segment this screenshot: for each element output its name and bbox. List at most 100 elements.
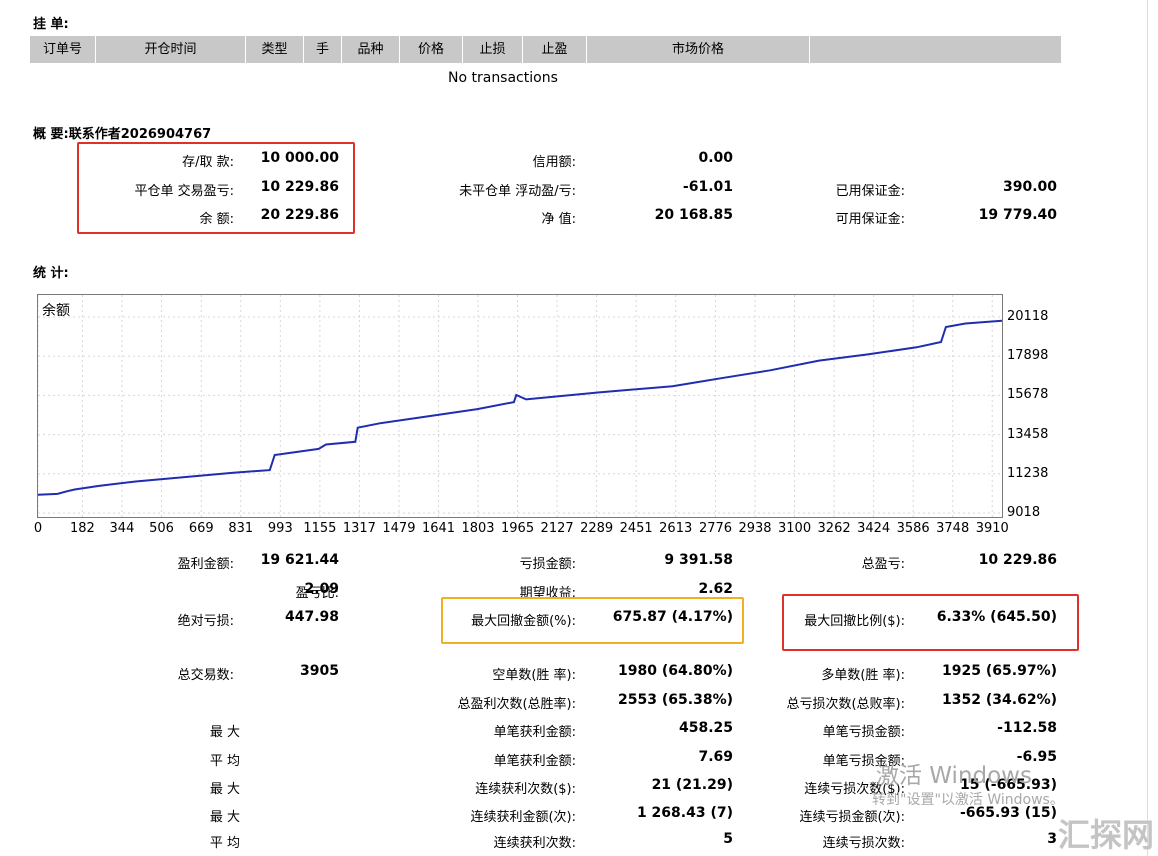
profit-factor-value: 2.09: [304, 581, 339, 597]
equity-value: 20 168.85: [654, 207, 733, 223]
avg-win-value: 7.69: [698, 749, 733, 765]
x-tick-label: 2289: [580, 521, 614, 536]
deposit-value: 10 000.00: [260, 150, 339, 166]
margin-label: 已用保证金:: [835, 184, 905, 199]
average-row-label: 平 均: [209, 754, 240, 769]
margin-value: 390.00: [1002, 179, 1057, 195]
abs-drawdown-label: 绝对亏损:: [177, 614, 234, 629]
max-dd-ratio-label: 最大回撤比例($):: [804, 614, 905, 629]
max-dd-ratio-value: 6.33% (645.50): [936, 609, 1057, 625]
avg-win-label: 单笔获利金额:: [493, 754, 576, 769]
closed-pl-value: 10 229.86: [260, 179, 339, 195]
avg-consec-losses-label: 连续亏损次数:: [822, 836, 905, 851]
largest-win-label: 单笔获利金额:: [493, 725, 576, 740]
activate-windows-hint: 转到"设置"以激活 Windows。: [872, 792, 1064, 808]
x-tick-label: 3586: [896, 521, 930, 536]
deposit-label: 存/取 款:: [182, 155, 234, 170]
max-dd-amount-label: 最大回撤金额(%):: [471, 614, 576, 629]
x-tick-label: 1155: [303, 521, 337, 536]
profit-trades-label: 总盈利次数(总胜率):: [457, 697, 576, 712]
y-tick-label: 17898: [1007, 348, 1049, 364]
x-tick-label: 3748: [936, 521, 970, 536]
floating-pl-label: 未平仓单 浮动盈/亏:: [459, 184, 576, 199]
x-tick-label: 2451: [619, 521, 653, 536]
x-tick-label: 2127: [540, 521, 574, 536]
credit-label: 信用额:: [532, 155, 576, 170]
balance-chart: 余额: [37, 294, 1003, 518]
largest-loss-value: -112.58: [997, 720, 1057, 736]
x-tick-label: 3424: [857, 521, 891, 536]
average-row-label-2: 平 均: [209, 836, 240, 851]
col-sl: 止损: [463, 36, 523, 63]
max-dd-amount-value: 675.87 (4.17%): [612, 609, 733, 625]
credit-value: 0.00: [698, 150, 733, 166]
floating-pl-value: -61.01: [682, 179, 733, 195]
right-divider: [1147, 0, 1148, 856]
y-tick-label: 11238: [1007, 465, 1049, 481]
gross-loss-value: 9 391.58: [664, 552, 733, 568]
y-tick-label: 9018: [1007, 505, 1041, 520]
total-trades-value: 3905: [300, 663, 339, 679]
x-tick-label: 182: [69, 521, 95, 536]
long-trades-value: 1925 (65.97%): [942, 663, 1057, 679]
pending-title: 挂 单:: [33, 17, 69, 32]
no-transactions-text: No transactions: [448, 70, 558, 86]
activate-windows-watermark: 激活 Windows: [876, 763, 1032, 789]
col-open-time: 开仓时间: [96, 36, 246, 63]
summary-title: 概 要:联系作者2026904767: [33, 127, 212, 142]
avg-consec-wins-label: 连续获利次数:: [493, 836, 576, 851]
free-margin-label: 可用保证金:: [835, 212, 905, 227]
orders-table-header: 订单号 开仓时间 类型 手 品种 价格 止损 止盈 市场价格: [30, 36, 1061, 63]
loss-trades-value: 1352 (34.62%): [942, 692, 1057, 708]
max-row-label-2: 最 大: [209, 810, 240, 825]
balance-line: [38, 319, 1002, 496]
x-tick-label: 2613: [659, 521, 693, 536]
expected-payoff-value: 2.62: [698, 581, 733, 597]
y-tick-label: 13458: [1007, 426, 1049, 442]
x-tick-label: 0: [33, 521, 43, 536]
consec-profit-label: 连续获利金额(次):: [470, 810, 576, 825]
consec-wins-value: 21 (21.29): [651, 777, 733, 793]
gross-profit-value: 19 621.44: [260, 552, 339, 568]
loss-trades-label: 总亏损次数(总败率):: [786, 697, 905, 712]
total-trades-label: 总交易数:: [177, 668, 234, 683]
largest-loss-label: 单笔亏损金额:: [822, 725, 905, 740]
x-tick-label: 2776: [698, 521, 733, 536]
x-tick-label: 344: [109, 521, 135, 536]
x-tick-label: 506: [149, 521, 174, 536]
short-trades-label: 空单数(胜 率):: [492, 668, 576, 683]
y-tick-label: 20118: [1007, 309, 1049, 324]
col-price: 价格: [400, 36, 463, 63]
short-trades-value: 1980 (64.80%): [618, 663, 733, 679]
gross-profit-label: 盈利金额:: [177, 557, 234, 572]
site-logo-watermark: 汇探网: [1058, 816, 1155, 854]
x-tick-label: 1965: [501, 521, 535, 536]
equity-label: 净 值:: [541, 212, 576, 227]
max-row-label-1: 最 大: [209, 782, 240, 797]
x-tick-label: 2938: [738, 521, 772, 536]
consec-profit-value: 1 268.43 (7): [636, 805, 733, 821]
x-tick-label: 3100: [778, 521, 812, 536]
consec-wins-label: 连续获利次数($):: [475, 782, 576, 797]
col-extra: [810, 36, 1061, 63]
x-tick-label: 669: [188, 521, 214, 536]
col-symbol: 品种: [342, 36, 400, 63]
col-order-id: 订单号: [30, 36, 96, 63]
balance-value: 20 229.86: [260, 207, 339, 223]
x-tick-label: 1803: [461, 521, 495, 536]
col-type: 类型: [246, 36, 304, 63]
balance-label: 余 额:: [199, 212, 234, 227]
x-tick-label: 831: [228, 521, 254, 536]
balance-chart-plot: [38, 295, 1002, 517]
col-lots: 手: [304, 36, 342, 63]
x-tick-label: 1479: [382, 521, 416, 536]
profit-trades-value: 2553 (65.38%): [618, 692, 733, 708]
avg-consec-losses-value: 3: [1047, 831, 1057, 847]
x-tick-label: 993: [267, 521, 293, 536]
closed-pl-label: 平仓单 交易盈亏:: [134, 184, 234, 199]
abs-drawdown-value: 447.98: [284, 609, 339, 625]
largest-win-value: 458.25: [678, 720, 733, 736]
chart-grid: [38, 295, 1002, 517]
free-margin-value: 19 779.40: [978, 207, 1057, 223]
x-tick-label: 1641: [421, 521, 456, 536]
